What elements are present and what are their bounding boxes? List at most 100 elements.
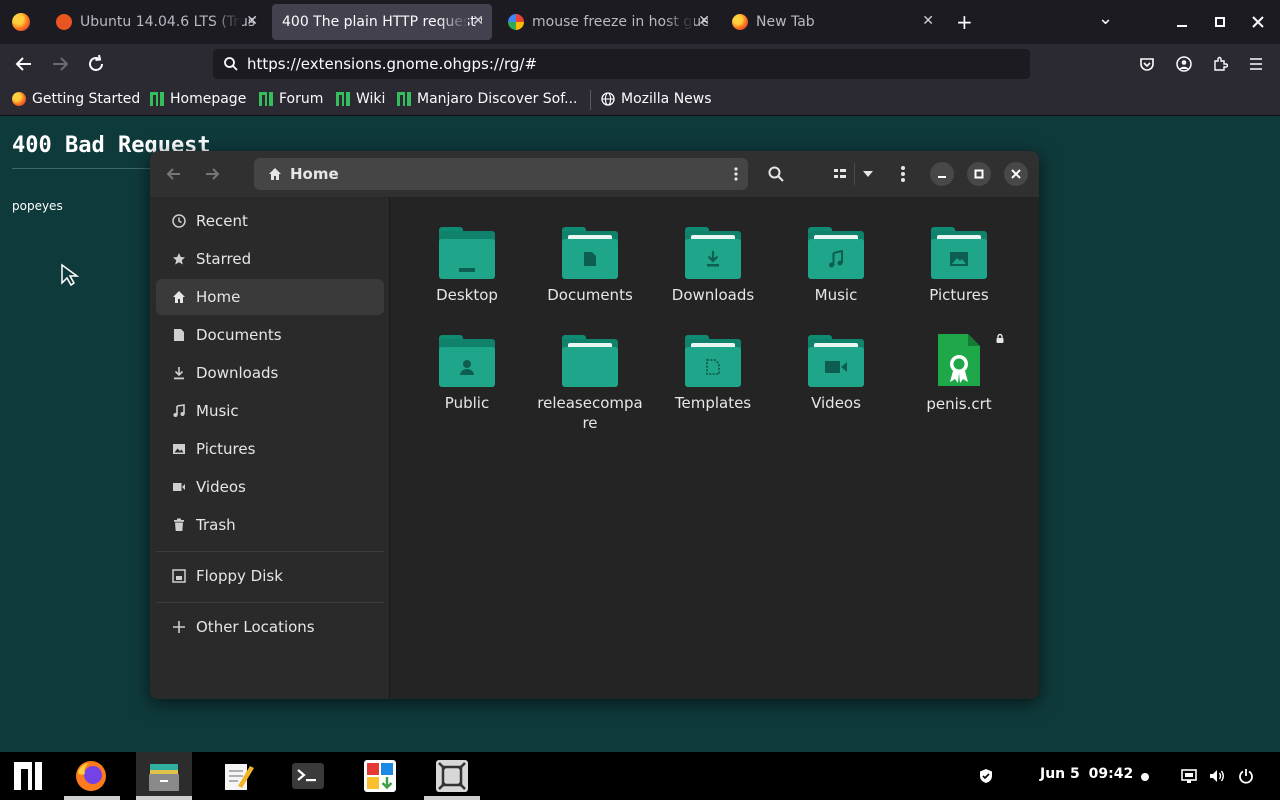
power-icon[interactable] (1238, 768, 1254, 784)
tab-close-icon[interactable]: ✕ (922, 13, 934, 29)
bookmark-manjaro-discover[interactable]: Manjaro Discover Sof... (397, 91, 578, 107)
bookmark-forum[interactable]: Forum (259, 91, 323, 107)
sidebar-item-label: Trash (196, 516, 236, 534)
minimize-icon[interactable] (1176, 16, 1188, 28)
sidebar-item-floppy-disk[interactable]: Floppy Disk (156, 558, 384, 594)
maximize-icon[interactable] (1214, 16, 1226, 28)
tab-close-icon[interactable]: ✕ (472, 13, 484, 29)
download-icon (172, 366, 186, 380)
folder-videos-icon (808, 335, 864, 387)
tab-400-request[interactable]: 400 The plain HTTP request was sent to H… (272, 4, 492, 40)
bookmark-label: Forum (279, 91, 324, 107)
file-item-desktop[interactable]: Desktop (412, 227, 522, 305)
extensions-icon[interactable] (1212, 56, 1228, 72)
file-item-documents[interactable]: Documents (535, 227, 645, 305)
back-arrow-icon[interactable] (12, 52, 36, 76)
close-button[interactable] (1004, 162, 1028, 186)
sidebar-item-videos[interactable]: Videos (156, 469, 384, 505)
manjaro-icon (150, 92, 164, 106)
sidebar-item-other-locations[interactable]: Other Locations (156, 609, 384, 645)
new-tab-button[interactable]: + (956, 10, 973, 34)
tab-fade (212, 4, 242, 40)
pocket-icon[interactable] (1139, 56, 1155, 72)
clock-icon (172, 214, 186, 228)
sidebar-item-label: Floppy Disk (196, 567, 283, 585)
tab-close-icon[interactable]: ✕ (698, 13, 710, 29)
file-item-videos[interactable]: Videos (781, 335, 891, 413)
wired-network-icon[interactable] (1181, 768, 1197, 784)
sidebar-item-recent[interactable]: Recent (156, 203, 384, 239)
forward-arrow-icon[interactable] (200, 162, 224, 186)
folder-music-icon (808, 227, 864, 279)
bookmark-homepage[interactable]: Homepage (150, 91, 246, 107)
location-path-bar[interactable]: Home (254, 158, 748, 190)
sidebar-item-music[interactable]: Music (156, 393, 384, 429)
sidebar-item-documents[interactable]: Documents (156, 317, 384, 353)
software-store-taskbar-icon[interactable] (362, 758, 398, 794)
files-header-bar: Home (150, 151, 1039, 197)
file-item-templates[interactable]: Templates (658, 335, 768, 413)
close-window-icon[interactable] (1252, 16, 1264, 28)
bookmark-label: Wiki (356, 91, 386, 107)
bookmark-wiki[interactable]: Wiki (336, 91, 385, 107)
firefox-menu-icon[interactable] (12, 13, 30, 31)
volume-icon[interactable] (1209, 768, 1225, 784)
path-menu-icon[interactable] (734, 162, 738, 186)
file-item-penis-crt[interactable]: penis.crt (904, 332, 1014, 414)
maximize-button[interactable] (967, 162, 991, 186)
tab-new-tab[interactable]: New Tab ✕ (722, 4, 942, 40)
forward-arrow-icon[interactable] (48, 52, 72, 76)
file-label: Templates (674, 394, 752, 412)
file-item-releasecompare[interactable]: releasecompare (535, 335, 645, 433)
plus-icon (172, 620, 186, 634)
manjaro-app-menu-icon[interactable] (10, 758, 46, 794)
sidebar-separator (156, 551, 384, 552)
tab-ubuntu[interactable]: Ubuntu 14.04.6 LTS (Trusty Tahr) ✕ (46, 4, 266, 40)
url-bar[interactable]: https://extensions.gnome.ohgps://rg/# (213, 49, 1030, 79)
bookmark-getting-started[interactable]: Getting Started (12, 91, 140, 107)
sidebar-item-trash[interactable]: Trash (156, 507, 384, 543)
account-icon[interactable] (1176, 56, 1192, 72)
minimize-button[interactable] (930, 162, 954, 186)
folder-public-icon (439, 335, 495, 387)
file-item-downloads[interactable]: Downloads (658, 227, 768, 305)
notification-dot-icon[interactable] (1140, 772, 1150, 782)
screenshot-tool-taskbar-icon[interactable] (434, 758, 470, 794)
file-item-music[interactable]: Music (781, 227, 891, 305)
folder-icon (562, 335, 618, 387)
tab-mouse-freeze[interactable]: mouse freeze in host guest ✕ (498, 4, 718, 40)
sidebar-item-home[interactable]: Home (156, 279, 384, 315)
back-arrow-icon[interactable] (162, 162, 186, 186)
sidebar-item-pictures[interactable]: Pictures (156, 431, 384, 467)
places-sidebar: Recent Starred Home Documents Downloads … (150, 197, 390, 699)
ubuntu-icon (56, 14, 72, 30)
clock[interactable]: Jun 5 09:42 (1040, 766, 1133, 782)
tab-close-icon[interactable]: ✕ (246, 13, 258, 29)
url-text[interactable]: https://extensions.gnome.ohgps://rg/# (247, 55, 537, 73)
files-taskbar-icon[interactable] (146, 758, 182, 794)
text-editor-taskbar-icon[interactable] (220, 758, 256, 794)
list-all-tabs-icon[interactable]: ⌄ (1098, 8, 1113, 29)
sidebar-separator (156, 602, 384, 603)
clock-time: 09:42 (1088, 766, 1134, 782)
bookmark-mozilla-news[interactable]: Mozilla News (601, 91, 712, 107)
search-icon[interactable] (767, 165, 785, 183)
tab-title: New Tab (756, 14, 815, 30)
sidebar-item-starred[interactable]: Starred (156, 241, 384, 277)
video-icon (172, 480, 186, 494)
sidebar-item-label: Pictures (196, 440, 256, 458)
firefox-taskbar-icon[interactable] (73, 758, 109, 794)
close-icon (1011, 169, 1021, 179)
reload-icon[interactable] (84, 52, 108, 76)
hamburger-menu-icon[interactable] (1249, 57, 1263, 71)
view-options-chevron-icon[interactable] (862, 170, 874, 178)
file-item-pictures[interactable]: Pictures (904, 227, 1014, 305)
clock-date: Jun 5 (1040, 766, 1080, 782)
file-item-public[interactable]: Public (412, 335, 522, 413)
sidebar-item-downloads[interactable]: Downloads (156, 355, 384, 391)
security-shield-icon[interactable] (978, 768, 994, 784)
list-view-icon[interactable] (833, 167, 847, 181)
main-menu-icon[interactable] (900, 162, 906, 186)
terminal-taskbar-icon[interactable] (290, 758, 326, 794)
file-label: releasecompare (537, 394, 643, 432)
